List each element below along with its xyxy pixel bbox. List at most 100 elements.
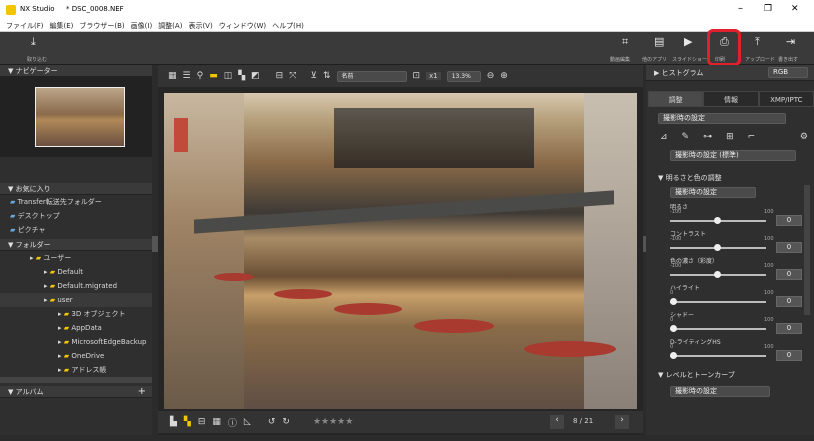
favorite-item[interactable]: ▰ ピクチャ (10, 223, 152, 237)
slider-knob[interactable] (670, 298, 677, 305)
navigator-thumbnail[interactable] (35, 87, 125, 147)
map-view-icon[interactable]: ⚲ (197, 71, 204, 81)
upload-icon[interactable]: ⤒ (755, 35, 760, 49)
histogram-icon[interactable]: ◺ (244, 417, 251, 427)
retouch-icon[interactable]: ✎ (682, 132, 690, 142)
expand-arrow-icon[interactable]: ▸ (58, 338, 62, 346)
slider-track[interactable] (670, 355, 766, 357)
grid-tool-icon[interactable]: ⊞ (726, 132, 734, 142)
grid-small-icon[interactable]: ▦ (212, 417, 221, 427)
layout-icon[interactable]: ⊟ (276, 71, 284, 81)
settings-icon[interactable]: ⚙ (800, 132, 808, 142)
folder-item[interactable]: ▸ ▰ アドレス帳 (0, 363, 152, 377)
expand-arrow-icon[interactable]: ▸ (58, 352, 62, 360)
list-view-icon[interactable]: ☰ (183, 71, 191, 81)
fullscreen-icon[interactable]: ⤧ (289, 71, 296, 81)
fit-icon[interactable]: ⊡ (413, 71, 421, 81)
straighten-icon[interactable]: ⊶ (703, 132, 712, 142)
main-photo[interactable] (164, 93, 637, 409)
tab-1[interactable]: 情報 (703, 91, 759, 107)
tab-2[interactable]: XMP/IPTC (758, 91, 814, 107)
toolbar-label-5[interactable]: 書き出す (778, 56, 798, 63)
picture-control-select[interactable]: 撮影時の設定 (標準) (670, 150, 796, 161)
slider-value[interactable]: 0 (776, 269, 802, 280)
folder-item[interactable]: ▸ ▰ Default.migrated (0, 279, 152, 293)
slider-track[interactable] (670, 301, 766, 303)
bright-preset-select[interactable]: 撮影時の設定 (670, 187, 756, 198)
slider-knob[interactable] (714, 271, 721, 278)
histogram-header[interactable]: ▶ ヒストグラム RGB (646, 65, 814, 81)
slider-value[interactable]: 0 (776, 215, 802, 226)
filmstrip-icon[interactable]: ⊟ (198, 417, 206, 427)
preset-select[interactable]: 撮影時の設定 (658, 113, 786, 124)
folder-item[interactable]: ▸ ▰ OneDrive (0, 349, 152, 363)
zoom-in-icon[interactable]: ⊕ (500, 71, 508, 81)
rating-filter-icon[interactable]: ▚ (184, 417, 191, 427)
next-image-button[interactable]: › (615, 415, 629, 429)
prev-image-button[interactable]: ‹ (550, 415, 564, 429)
compare4-view-icon[interactable]: ▚ (238, 71, 245, 81)
expand-arrow-icon[interactable]: ▸ (44, 282, 48, 290)
favorite-item[interactable]: ▰ Transfer転送先フォルダー (10, 195, 152, 209)
menu-item-5[interactable]: 表示(V) (188, 21, 212, 31)
zoom-select[interactable]: 13.3% (446, 70, 481, 82)
menu-item-1[interactable]: 編集(E) (50, 21, 74, 31)
folder-h-scrollbar[interactable] (0, 377, 152, 383)
expand-arrow-icon[interactable]: ▸ (58, 366, 62, 374)
expand-arrow-icon[interactable]: ▸ (58, 324, 62, 332)
slider-knob[interactable] (714, 244, 721, 251)
filter-icon[interactable]: ⊻ (310, 71, 317, 81)
toolbar-label-2[interactable]: スライドショー (672, 56, 707, 63)
folder-item[interactable]: ▸ ▰ 3D オブジェクト (0, 307, 152, 321)
folders-header[interactable]: ▼ フォルダー (0, 239, 152, 251)
zoom-x1-button[interactable]: x1 (426, 72, 441, 80)
other-apps-icon[interactable]: ▤ (654, 35, 664, 48)
favorite-item[interactable]: ▰ デスクトップ (10, 209, 152, 223)
folder-item[interactable]: ▸ ▰ user (0, 293, 152, 307)
grid-view-icon[interactable]: ▦ (168, 71, 177, 81)
right-scrollbar[interactable] (804, 185, 810, 315)
toolbar-label-1[interactable]: 他のアプリ (642, 56, 667, 63)
expand-arrow-icon[interactable]: ▸ (44, 268, 48, 276)
sort-icon[interactable]: ⇅ (323, 71, 331, 81)
sort-select[interactable]: 名前 (336, 70, 407, 82)
expand-arrow-icon[interactable]: ▸ (30, 254, 34, 262)
compare-view-icon[interactable]: ◫ (224, 71, 233, 81)
rating-stars[interactable]: ★★★★★ (313, 417, 353, 427)
slider-track[interactable] (670, 328, 766, 330)
single-view-icon[interactable]: ▬ (209, 71, 218, 81)
maximize-button[interactable]: ❐ (764, 4, 772, 14)
slider-value[interactable]: 0 (776, 242, 802, 253)
slider-value[interactable]: 0 (776, 296, 802, 307)
menu-item-2[interactable]: ブラウザー(B) (79, 21, 124, 31)
bright-color-header[interactable]: ▼ 明るさと色の調整 (658, 173, 808, 183)
levels-header[interactable]: ▼ レベルとトーンカーブ (658, 370, 808, 380)
favorites-header[interactable]: ▼ お気に入り (0, 183, 152, 195)
slider-knob[interactable] (714, 217, 721, 224)
slider-knob[interactable] (670, 352, 677, 359)
expand-arrow-icon[interactable]: ▸ (44, 296, 48, 304)
menu-item-4[interactable]: 調整(A) (158, 21, 182, 31)
folder-item[interactable]: ▸ ▰ Default (0, 265, 152, 279)
menu-item-0[interactable]: ファイル(F) (6, 21, 44, 31)
tab-0[interactable]: 調整 (648, 91, 704, 107)
folder-item[interactable]: ▸ ▰ ユーザー (0, 251, 152, 265)
movie-edit-icon[interactable]: ⌗ (622, 35, 628, 49)
info-icon[interactable]: ⓘ (228, 416, 237, 429)
before-after-icon[interactable]: ◩ (251, 71, 260, 81)
menu-item-3[interactable]: 画像(I) (131, 21, 153, 31)
label-icon[interactable]: ▙ (170, 417, 177, 427)
import-label[interactable]: 取り込む (27, 56, 47, 63)
album-header[interactable]: ▼ アルバム + (0, 386, 152, 398)
menu-item-6[interactable]: ウィンドウ(W) (219, 21, 266, 31)
export-icon[interactable]: ⇥ (786, 35, 795, 48)
levels-preset-select[interactable]: 撮影時の設定 (670, 386, 770, 397)
minimize-button[interactable]: – (738, 3, 743, 14)
navigator-header[interactable]: ▼ ナビゲーター (0, 65, 152, 77)
close-button[interactable]: ✕ (791, 4, 799, 14)
slider-knob[interactable] (670, 325, 677, 332)
menu-item-7[interactable]: ヘルプ(H) (272, 21, 304, 31)
toolbar-label-0[interactable]: 動画編集 (610, 56, 630, 63)
perspective-icon[interactable]: ⌐ (748, 132, 756, 142)
rotate-right-icon[interactable]: ↻ (282, 417, 290, 427)
